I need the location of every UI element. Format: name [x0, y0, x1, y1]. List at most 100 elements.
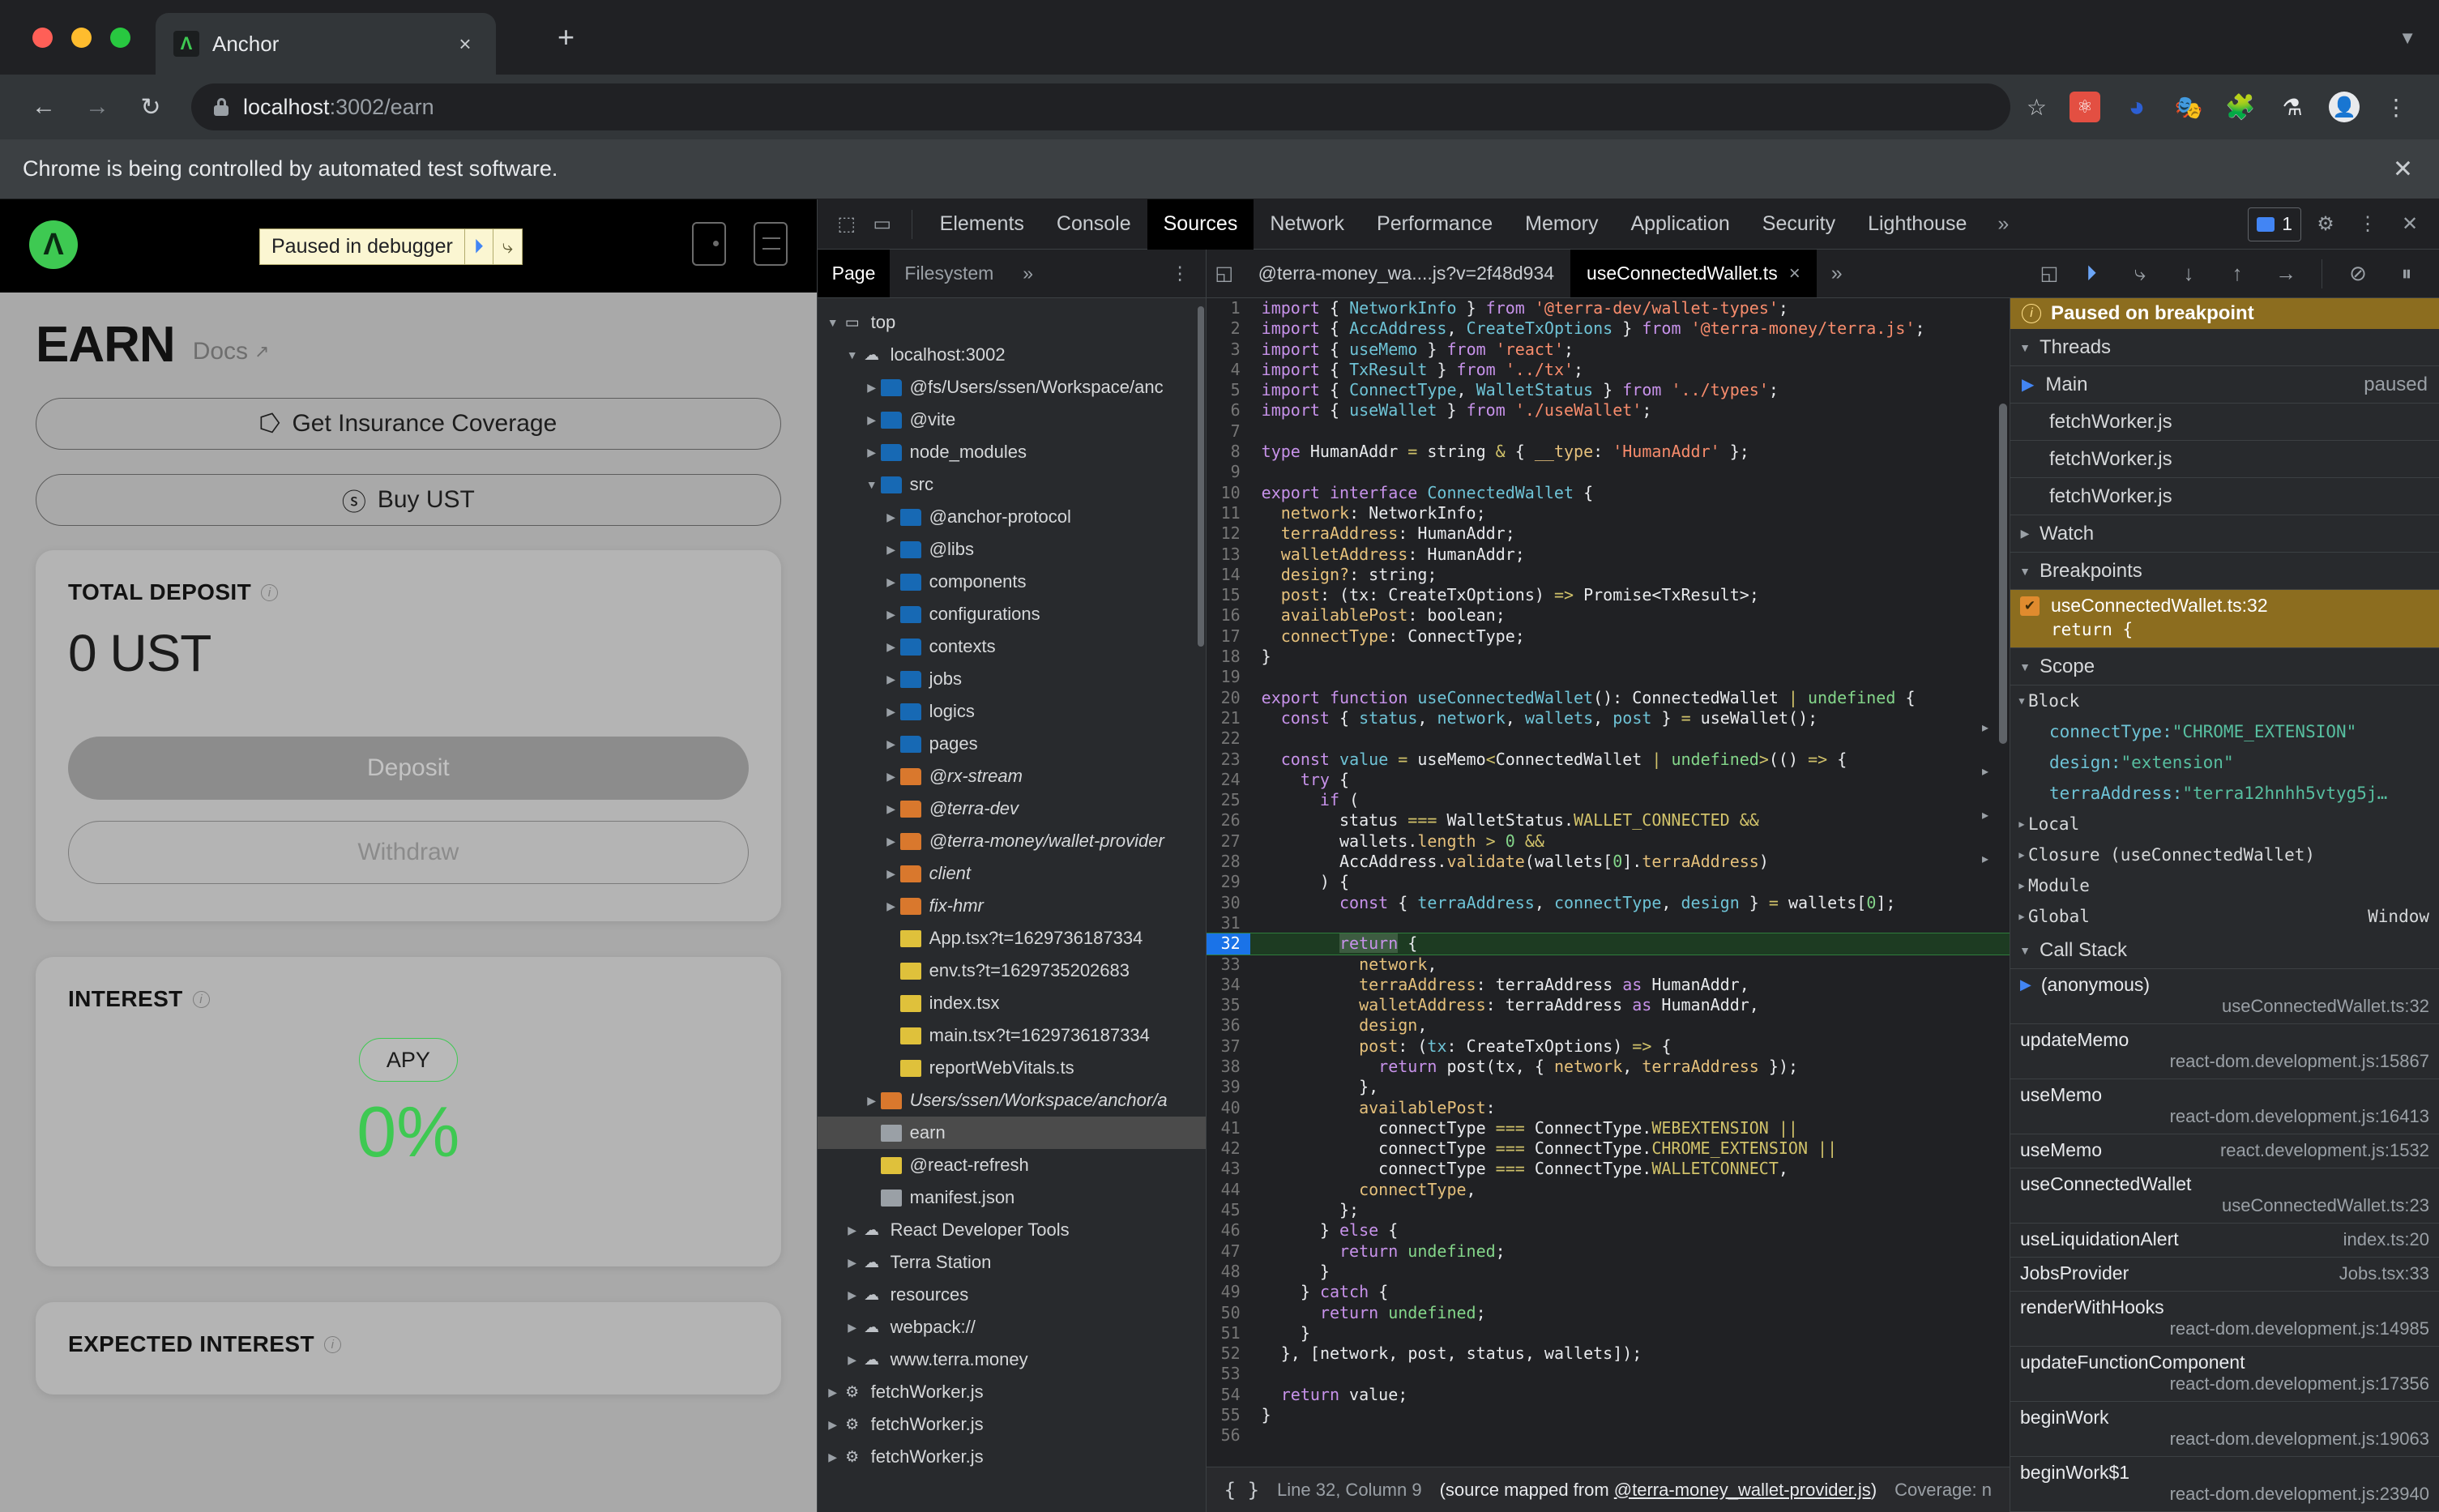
- code-line[interactable]: 4 import { TxResult } from '../tx';: [1206, 359, 2010, 381]
- tree-item[interactable]: ▼ ☁ localhost:3002: [818, 339, 1206, 371]
- threads-section[interactable]: ▼ Threads: [2010, 329, 2439, 366]
- thread-row[interactable]: fetchWorker.js: [2010, 404, 2439, 441]
- navigator-menu-icon[interactable]: ⋮: [1155, 263, 1206, 284]
- chevron-down-icon[interactable]: ▼: [844, 348, 861, 361]
- menu-button[interactable]: [753, 222, 788, 266]
- code-line[interactable]: 44 connectType,: [1206, 1179, 2010, 1201]
- tab-application[interactable]: Application: [1614, 199, 1745, 250]
- code-line[interactable]: 13 walletAddress: HumanAddr;: [1206, 544, 2010, 565]
- code-line[interactable]: 42 connectType === ConnectType.CHROME_EX…: [1206, 1138, 2010, 1160]
- chevron-right-icon[interactable]: ▶: [882, 835, 900, 848]
- code-line[interactable]: 16 availablePost: boolean;: [1206, 605, 2010, 626]
- chevron-right-icon[interactable]: ▶: [882, 899, 900, 913]
- code-line[interactable]: 56: [1206, 1425, 2010, 1446]
- scope-row[interactable]: ▶ Local: [2010, 809, 2439, 839]
- call-stack-frame[interactable]: JobsProvider Jobs.tsx:33: [2010, 1258, 2439, 1292]
- line-number[interactable]: 37: [1206, 1036, 1250, 1057]
- info-icon[interactable]: i: [261, 583, 279, 601]
- code-line[interactable]: 19: [1206, 667, 2010, 688]
- tree-item[interactable]: ▶ ☁ www.terra.money: [818, 1343, 1206, 1376]
- call-stack-frame[interactable]: useMemo react-dom.development.js:16413: [2010, 1079, 2439, 1134]
- tree-item[interactable]: ▶ ⚙ fetchWorker.js: [818, 1441, 1206, 1473]
- tree-item[interactable]: ▶ @libs: [818, 533, 1206, 566]
- pause-on-exceptions-icon[interactable]: ⏸: [2382, 250, 2431, 297]
- line-number[interactable]: 9: [1206, 462, 1250, 483]
- code-content[interactable]: 1 import { NetworkInfo } from '@terra-dev…: [1206, 298, 2010, 1467]
- tree-item[interactable]: main.tsx?t=1629736187334: [818, 1019, 1206, 1052]
- chevron-down-icon[interactable]: ▼: [2398, 28, 2416, 49]
- line-number[interactable]: 32: [1206, 933, 1250, 955]
- line-number[interactable]: 54: [1206, 1384, 1250, 1406]
- line-number[interactable]: 10: [1206, 482, 1250, 503]
- tree-item[interactable]: App.tsx?t=1629736187334: [818, 922, 1206, 955]
- chevron-right-icon[interactable]: ▶: [863, 381, 881, 395]
- breakpoints-section[interactable]: ▼ Breakpoints: [2010, 553, 2439, 590]
- chevron-right-icon[interactable]: ▶: [863, 446, 881, 459]
- code-line[interactable]: 21 const { status, network, wallets, pos…: [1206, 707, 2010, 729]
- close-icon[interactable]: ×: [1789, 263, 1800, 285]
- chevron-right-icon[interactable]: ▶: [2015, 880, 2028, 891]
- line-number[interactable]: 1: [1206, 298, 1250, 319]
- line-number[interactable]: 52: [1206, 1343, 1250, 1365]
- file-tab-wallet-provider[interactable]: @terra-money_wa....js?v=2f48d934: [1242, 250, 1570, 297]
- code-line[interactable]: 17 connectType: ConnectType;: [1206, 626, 2010, 647]
- chevron-right-icon[interactable]: ▶: [882, 867, 900, 881]
- code-line[interactable]: 45 };: [1206, 1200, 2010, 1221]
- code-line[interactable]: 28 AccAddress.validate(wallets[0].terraA…: [1206, 852, 2010, 873]
- more-subtabs-icon[interactable]: »: [1008, 250, 1048, 297]
- reload-icon[interactable]: ↻: [128, 84, 173, 130]
- minimize-window-button[interactable]: [71, 28, 92, 48]
- editor-scrollbar[interactable]: [1999, 404, 2007, 744]
- chevron-down-icon[interactable]: ▼: [824, 316, 842, 329]
- line-number[interactable]: 43: [1206, 1159, 1250, 1180]
- line-number[interactable]: 35: [1206, 995, 1250, 1016]
- code-line[interactable]: 29 ) {: [1206, 872, 2010, 893]
- scope-row[interactable]: ▶ Global Window: [2010, 901, 2439, 932]
- line-number[interactable]: 34: [1206, 974, 1250, 996]
- scope-row[interactable]: design: "extension": [2010, 747, 2439, 778]
- tree-item[interactable]: ▶ jobs: [818, 663, 1206, 695]
- subtab-filesystem[interactable]: Filesystem: [890, 250, 1008, 297]
- tree-item[interactable]: ▶ ☁ resources: [818, 1279, 1206, 1311]
- react-devtools-icon[interactable]: ⚛: [2070, 92, 2100, 122]
- code-line[interactable]: 49 } catch {: [1206, 1282, 2010, 1303]
- chevron-right-icon[interactable]: ▶: [882, 640, 900, 654]
- tab-console[interactable]: Console: [1040, 199, 1147, 250]
- code-line[interactable]: 37 post: (tx: CreateTxOptions) => {: [1206, 1036, 2010, 1057]
- code-line[interactable]: 50 return undefined;: [1206, 1302, 2010, 1323]
- code-line[interactable]: 23 const value = useMemo<ConnectedWallet…: [1206, 749, 2010, 770]
- subtab-page[interactable]: Page: [817, 250, 891, 297]
- chevron-right-icon[interactable]: ▶: [2015, 849, 2028, 861]
- deactivate-breakpoints-icon[interactable]: ⊘: [2334, 250, 2382, 297]
- file-tab-useconnectedwallet[interactable]: useConnectedWallet.ts ×: [1570, 250, 1817, 297]
- thread-row[interactable]: fetchWorker.js: [2010, 441, 2439, 478]
- window-traffic-lights[interactable]: [32, 28, 130, 48]
- tree-item[interactable]: @react-refresh: [818, 1149, 1206, 1181]
- code-line[interactable]: 36 design,: [1206, 1015, 2010, 1036]
- tree-item[interactable]: ▶ @terra-money/wallet-provider: [818, 825, 1206, 857]
- profile-avatar-icon[interactable]: 👤: [2329, 92, 2360, 122]
- line-number[interactable]: 19: [1206, 667, 1250, 688]
- code-line[interactable]: 33 network,: [1206, 954, 2010, 975]
- tree-item[interactable]: ▶ node_modules: [818, 436, 1206, 468]
- code-line[interactable]: 18}: [1206, 647, 2010, 668]
- source-map-file-link[interactable]: @terra-money_wallet-provider.js: [1614, 1480, 1871, 1500]
- anchor-logo-icon[interactable]: Λ: [29, 220, 78, 269]
- tree-item[interactable]: ▶ ⚙ fetchWorker.js: [818, 1376, 1206, 1408]
- line-number[interactable]: 47: [1206, 1241, 1250, 1262]
- line-number[interactable]: 14: [1206, 564, 1250, 586]
- chevron-right-icon[interactable]: ▶: [882, 737, 900, 751]
- step-over-icon[interactable]: ⤷: [493, 236, 522, 258]
- get-insurance-coverage-button[interactable]: ⭔ Get Insurance Coverage: [36, 398, 781, 450]
- line-number[interactable]: 24: [1206, 769, 1250, 791]
- code-line[interactable]: 14 design?: string;: [1206, 564, 2010, 586]
- line-number[interactable]: 18: [1206, 647, 1250, 668]
- call-stack-frame[interactable]: ▶ (anonymous) useConnectedWallet.ts:32: [2010, 969, 2439, 1024]
- code-line[interactable]: 27 wallets.length > 0 &&: [1206, 831, 2010, 852]
- close-icon[interactable]: ×: [452, 32, 478, 57]
- docs-link[interactable]: Docs ↗: [193, 338, 270, 370]
- info-icon[interactable]: i: [323, 1335, 341, 1353]
- line-number[interactable]: 6: [1206, 400, 1250, 421]
- call-stack-frame[interactable]: renderWithHooks react-dom.development.js:…: [2010, 1292, 2439, 1347]
- line-number[interactable]: 49: [1206, 1282, 1250, 1303]
